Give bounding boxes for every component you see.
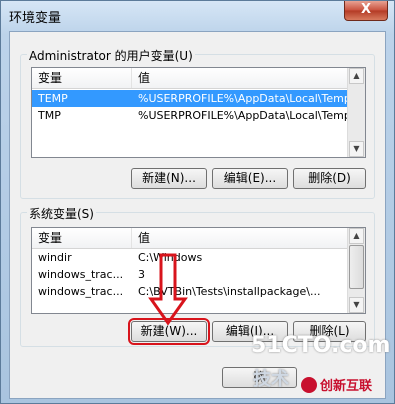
user-delete-button[interactable]: 删除(D) bbox=[293, 168, 366, 189]
brand-watermark: 创新互联 bbox=[301, 375, 372, 394]
list-header: 变量 值 bbox=[32, 68, 365, 89]
variable-value: %USERPROFILE%\AppData\Local\Temp bbox=[138, 109, 348, 122]
scroll-up-icon[interactable]: ▲ bbox=[349, 68, 364, 84]
system-variables-group: 系统变量(S) 变量 值 windir C:\Windows windows_t… bbox=[20, 205, 375, 347]
column-header-value[interactable]: 值 bbox=[132, 68, 350, 88]
user-new-button[interactable]: 新建(N)... bbox=[131, 168, 207, 189]
variable-name: TEMP bbox=[38, 92, 68, 105]
variable-name: windows_trac... bbox=[38, 268, 124, 281]
user-edit-button[interactable]: 编辑(E)... bbox=[212, 168, 288, 189]
brand-name: 创新互联 bbox=[320, 379, 373, 394]
scroll-thumb[interactable] bbox=[349, 245, 364, 289]
system-variables-list[interactable]: 变量 值 windir C:\Windows windows_trac... 3… bbox=[31, 227, 366, 314]
variable-value: %USERPROFILE%\AppData\Local\Temp bbox=[138, 92, 348, 105]
annotation-arrow-icon bbox=[148, 253, 188, 325]
column-header-variable[interactable]: 变量 bbox=[32, 228, 132, 248]
table-row[interactable]: windows_trac... C:\BVTBin\Tests\installp… bbox=[32, 283, 350, 300]
environment-variables-dialog: 环境变量 X Administrator 的用户变量(U) 变量 值 TEMP … bbox=[0, 0, 395, 404]
vertical-scrollbar[interactable]: ▲ ▼ bbox=[347, 68, 365, 157]
table-row[interactable]: TMP %USERPROFILE%\AppData\Local\Temp bbox=[32, 107, 350, 124]
column-header-variable[interactable]: 变量 bbox=[32, 68, 132, 88]
user-variables-group: Administrator 的用户变量(U) 变量 值 TEMP %USERPR… bbox=[20, 47, 375, 199]
user-variables-label: Administrator 的用户变量(U) bbox=[27, 47, 195, 64]
tech-watermark: 技术 bbox=[253, 369, 289, 390]
window-title: 环境变量 bbox=[9, 11, 62, 26]
table-row[interactable]: windir C:\Windows bbox=[32, 249, 350, 266]
title-bar[interactable]: 环境变量 X bbox=[1, 1, 394, 31]
scroll-down-icon[interactable]: ▼ bbox=[349, 297, 364, 313]
site-watermark: 51CTO.com bbox=[251, 333, 391, 358]
user-variables-list[interactable]: 变量 值 TEMP %USERPROFILE%\AppData\Local\Te… bbox=[31, 67, 366, 158]
variable-name: TMP bbox=[38, 109, 61, 122]
table-row[interactable]: TEMP %USERPROFILE%\AppData\Local\Temp bbox=[32, 90, 350, 107]
table-row[interactable]: windows_trac... 3 bbox=[32, 266, 350, 283]
variable-name: windir bbox=[38, 251, 72, 264]
column-header-value[interactable]: 值 bbox=[132, 228, 350, 248]
variable-name: windows_trac... bbox=[38, 285, 124, 298]
scroll-up-icon[interactable]: ▲ bbox=[349, 228, 364, 244]
close-button[interactable]: X bbox=[344, 1, 388, 21]
vertical-scrollbar[interactable]: ▲ ▼ bbox=[347, 228, 365, 313]
close-icon: X bbox=[360, 2, 372, 17]
scroll-down-icon[interactable]: ▼ bbox=[349, 141, 364, 157]
brand-logo-icon bbox=[301, 376, 317, 393]
system-variables-label: 系统变量(S) bbox=[27, 205, 96, 222]
list-header: 变量 值 bbox=[32, 228, 365, 249]
